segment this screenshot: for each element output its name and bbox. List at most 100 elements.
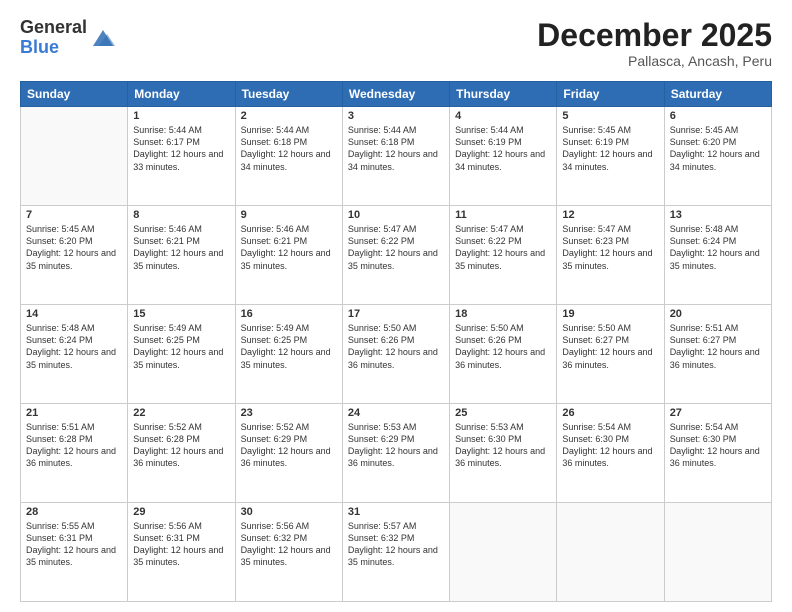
cell-details: Sunrise: 5:56 AMSunset: 6:32 PMDaylight:… <box>241 520 337 569</box>
day-number: 31 <box>348 506 444 518</box>
cell-details: Sunrise: 5:52 AMSunset: 6:29 PMDaylight:… <box>241 421 337 470</box>
cell-details: Sunrise: 5:55 AMSunset: 6:31 PMDaylight:… <box>26 520 122 569</box>
day-number: 29 <box>133 506 229 518</box>
table-row <box>664 503 771 602</box>
cell-details: Sunrise: 5:50 AMSunset: 6:26 PMDaylight:… <box>455 322 551 371</box>
day-number: 15 <box>133 308 229 320</box>
calendar-week-row: 28 Sunrise: 5:55 AMSunset: 6:31 PMDayligh… <box>21 503 772 602</box>
day-number: 17 <box>348 308 444 320</box>
table-row: 9 Sunrise: 5:46 AMSunset: 6:21 PMDaylight… <box>235 206 342 305</box>
cell-details: Sunrise: 5:54 AMSunset: 6:30 PMDaylight:… <box>562 421 658 470</box>
table-row: 31 Sunrise: 5:57 AMSunset: 6:32 PMDayligh… <box>342 503 449 602</box>
day-number: 22 <box>133 407 229 419</box>
table-row: 20 Sunrise: 5:51 AMSunset: 6:27 PMDayligh… <box>664 305 771 404</box>
day-number: 21 <box>26 407 122 419</box>
cell-details: Sunrise: 5:44 AMSunset: 6:17 PMDaylight:… <box>133 124 229 173</box>
col-sunday: Sunday <box>21 82 128 107</box>
cell-details: Sunrise: 5:48 AMSunset: 6:24 PMDaylight:… <box>26 322 122 371</box>
day-number: 11 <box>455 209 551 221</box>
table-row: 23 Sunrise: 5:52 AMSunset: 6:29 PMDayligh… <box>235 404 342 503</box>
day-number: 3 <box>348 110 444 122</box>
day-number: 27 <box>670 407 766 419</box>
table-row: 7 Sunrise: 5:45 AMSunset: 6:20 PMDaylight… <box>21 206 128 305</box>
calendar-week-row: 14 Sunrise: 5:48 AMSunset: 6:24 PMDayligh… <box>21 305 772 404</box>
day-number: 19 <box>562 308 658 320</box>
cell-details: Sunrise: 5:45 AMSunset: 6:20 PMDaylight:… <box>26 223 122 272</box>
day-number: 30 <box>241 506 337 518</box>
table-row: 17 Sunrise: 5:50 AMSunset: 6:26 PMDayligh… <box>342 305 449 404</box>
day-number: 23 <box>241 407 337 419</box>
title-block: December 2025 Pallasca, Ancash, Peru <box>537 18 772 69</box>
cell-details: Sunrise: 5:53 AMSunset: 6:30 PMDaylight:… <box>455 421 551 470</box>
table-row: 1 Sunrise: 5:44 AMSunset: 6:17 PMDaylight… <box>128 107 235 206</box>
cell-details: Sunrise: 5:51 AMSunset: 6:27 PMDaylight:… <box>670 322 766 371</box>
cell-details: Sunrise: 5:45 AMSunset: 6:19 PMDaylight:… <box>562 124 658 173</box>
cell-details: Sunrise: 5:48 AMSunset: 6:24 PMDaylight:… <box>670 223 766 272</box>
cell-details: Sunrise: 5:53 AMSunset: 6:29 PMDaylight:… <box>348 421 444 470</box>
table-row <box>21 107 128 206</box>
cell-details: Sunrise: 5:50 AMSunset: 6:26 PMDaylight:… <box>348 322 444 371</box>
table-row: 3 Sunrise: 5:44 AMSunset: 6:18 PMDaylight… <box>342 107 449 206</box>
col-tuesday: Tuesday <box>235 82 342 107</box>
logo-icon <box>89 24 117 52</box>
page: General Blue December 2025 Pallasca, Anc… <box>0 0 792 612</box>
cell-details: Sunrise: 5:49 AMSunset: 6:25 PMDaylight:… <box>133 322 229 371</box>
table-row: 5Sunrise: 5:45 AMSunset: 6:19 PMDaylight… <box>557 107 664 206</box>
table-row: 27 Sunrise: 5:54 AMSunset: 6:30 PMDayligh… <box>664 404 771 503</box>
day-number: 4 <box>455 110 551 122</box>
cell-details: Sunrise: 5:46 AMSunset: 6:21 PMDaylight:… <box>241 223 337 272</box>
table-row: 24 Sunrise: 5:53 AMSunset: 6:29 PMDayligh… <box>342 404 449 503</box>
col-monday: Monday <box>128 82 235 107</box>
table-row: 14 Sunrise: 5:48 AMSunset: 6:24 PMDayligh… <box>21 305 128 404</box>
header: General Blue December 2025 Pallasca, Anc… <box>20 18 772 69</box>
table-row: 28 Sunrise: 5:55 AMSunset: 6:31 PMDayligh… <box>21 503 128 602</box>
day-number: 2 <box>241 110 337 122</box>
day-number: 1 <box>133 110 229 122</box>
col-wednesday: Wednesday <box>342 82 449 107</box>
cell-details: Sunrise: 5:49 AMSunset: 6:25 PMDaylight:… <box>241 322 337 371</box>
cell-details: Sunrise: 5:57 AMSunset: 6:32 PMDaylight:… <box>348 520 444 569</box>
table-row: 6Sunrise: 5:45 AMSunset: 6:20 PMDaylight… <box>664 107 771 206</box>
table-row: 16Sunrise: 5:49 AMSunset: 6:25 PMDayligh… <box>235 305 342 404</box>
calendar-week-row: 7 Sunrise: 5:45 AMSunset: 6:20 PMDaylight… <box>21 206 772 305</box>
day-number: 14 <box>26 308 122 320</box>
calendar-table: Sunday Monday Tuesday Wednesday Thursday… <box>20 81 772 602</box>
calendar-week-row: 21 Sunrise: 5:51 AMSunset: 6:28 PMDayligh… <box>21 404 772 503</box>
cell-details: Sunrise: 5:51 AMSunset: 6:28 PMDaylight:… <box>26 421 122 470</box>
col-thursday: Thursday <box>450 82 557 107</box>
calendar-header-row: Sunday Monday Tuesday Wednesday Thursday… <box>21 82 772 107</box>
cell-details: Sunrise: 5:44 AMSunset: 6:19 PMDaylight:… <box>455 124 551 173</box>
logo-general: General <box>20 18 87 38</box>
day-number: 6 <box>670 110 766 122</box>
day-number: 10 <box>348 209 444 221</box>
day-number: 24 <box>348 407 444 419</box>
table-row: 21 Sunrise: 5:51 AMSunset: 6:28 PMDayligh… <box>21 404 128 503</box>
day-number: 12 <box>562 209 658 221</box>
cell-details: Sunrise: 5:54 AMSunset: 6:30 PMDaylight:… <box>670 421 766 470</box>
day-number: 7 <box>26 209 122 221</box>
day-number: 13 <box>670 209 766 221</box>
col-saturday: Saturday <box>664 82 771 107</box>
cell-details: Sunrise: 5:47 AMSunset: 6:23 PMDaylight:… <box>562 223 658 272</box>
day-number: 26 <box>562 407 658 419</box>
cell-details: Sunrise: 5:47 AMSunset: 6:22 PMDaylight:… <box>455 223 551 272</box>
cell-details: Sunrise: 5:44 AMSunset: 6:18 PMDaylight:… <box>241 124 337 173</box>
table-row <box>450 503 557 602</box>
logo-blue: Blue <box>20 38 87 58</box>
table-row: 25Sunrise: 5:53 AMSunset: 6:30 PMDayligh… <box>450 404 557 503</box>
day-number: 9 <box>241 209 337 221</box>
table-row: 13 Sunrise: 5:48 AMSunset: 6:24 PMDayligh… <box>664 206 771 305</box>
day-number: 20 <box>670 308 766 320</box>
table-row: 11 Sunrise: 5:47 AMSunset: 6:22 PMDayligh… <box>450 206 557 305</box>
table-row: 15 Sunrise: 5:49 AMSunset: 6:25 PMDayligh… <box>128 305 235 404</box>
table-row: 4 Sunrise: 5:44 AMSunset: 6:19 PMDaylight… <box>450 107 557 206</box>
table-row: 2 Sunrise: 5:44 AMSunset: 6:18 PMDaylight… <box>235 107 342 206</box>
table-row: 12 Sunrise: 5:47 AMSunset: 6:23 PMDayligh… <box>557 206 664 305</box>
day-number: 28 <box>26 506 122 518</box>
cell-details: Sunrise: 5:52 AMSunset: 6:28 PMDaylight:… <box>133 421 229 470</box>
month-title: December 2025 <box>537 18 772 53</box>
table-row: 29Sunrise: 5:56 AMSunset: 6:31 PMDayligh… <box>128 503 235 602</box>
cell-details: Sunrise: 5:44 AMSunset: 6:18 PMDaylight:… <box>348 124 444 173</box>
cell-details: Sunrise: 5:46 AMSunset: 6:21 PMDaylight:… <box>133 223 229 272</box>
cell-details: Sunrise: 5:50 AMSunset: 6:27 PMDaylight:… <box>562 322 658 371</box>
